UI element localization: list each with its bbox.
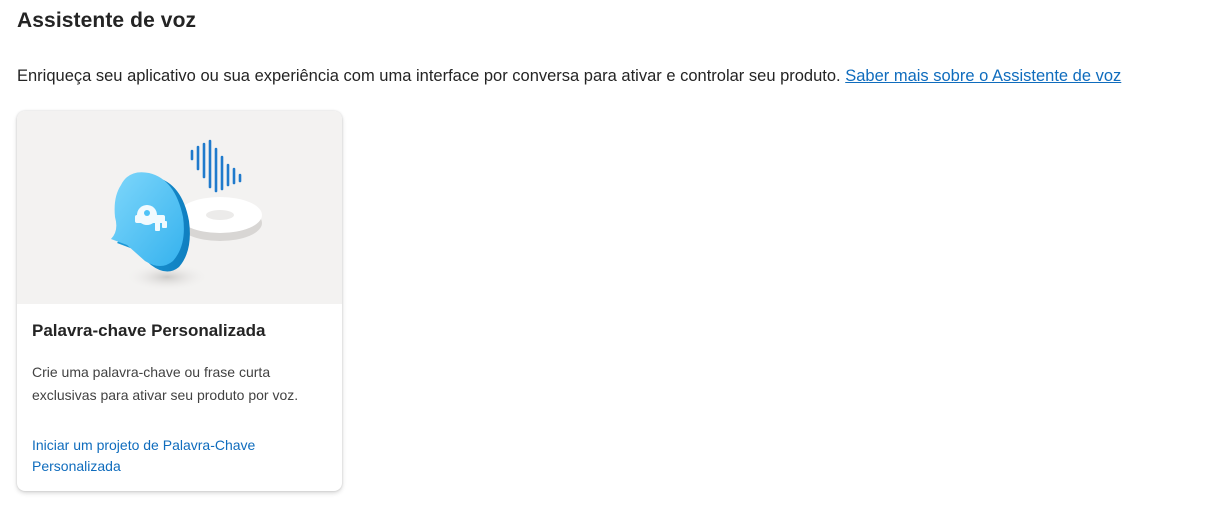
card-description: Crie uma palavra-chave ou frase curta ex… (32, 364, 299, 403)
intro-paragraph: Enriqueça seu aplicativo ou sua experiên… (17, 65, 1121, 87)
page-title: Assistente de voz (17, 9, 197, 32)
card-title: Palavra-chave Personalizada (32, 321, 266, 340)
learn-more-link[interactable]: Saber mais sobre o Assistente de voz (845, 67, 1121, 85)
card-illustration (17, 111, 342, 304)
start-project-link[interactable]: Iniciar um projeto de Palavra-Chave Pers… (32, 435, 322, 477)
custom-keyword-card[interactable]: Palavra-chave Personalizada Crie uma pal… (17, 111, 342, 491)
intro-text: Enriqueça seu aplicativo ou sua experiên… (17, 67, 846, 85)
voice-assistant-page: Assistente de voz Enriqueça seu aplicati… (0, 0, 1229, 511)
voice-assistant-illustration-icon (111, 139, 262, 291)
